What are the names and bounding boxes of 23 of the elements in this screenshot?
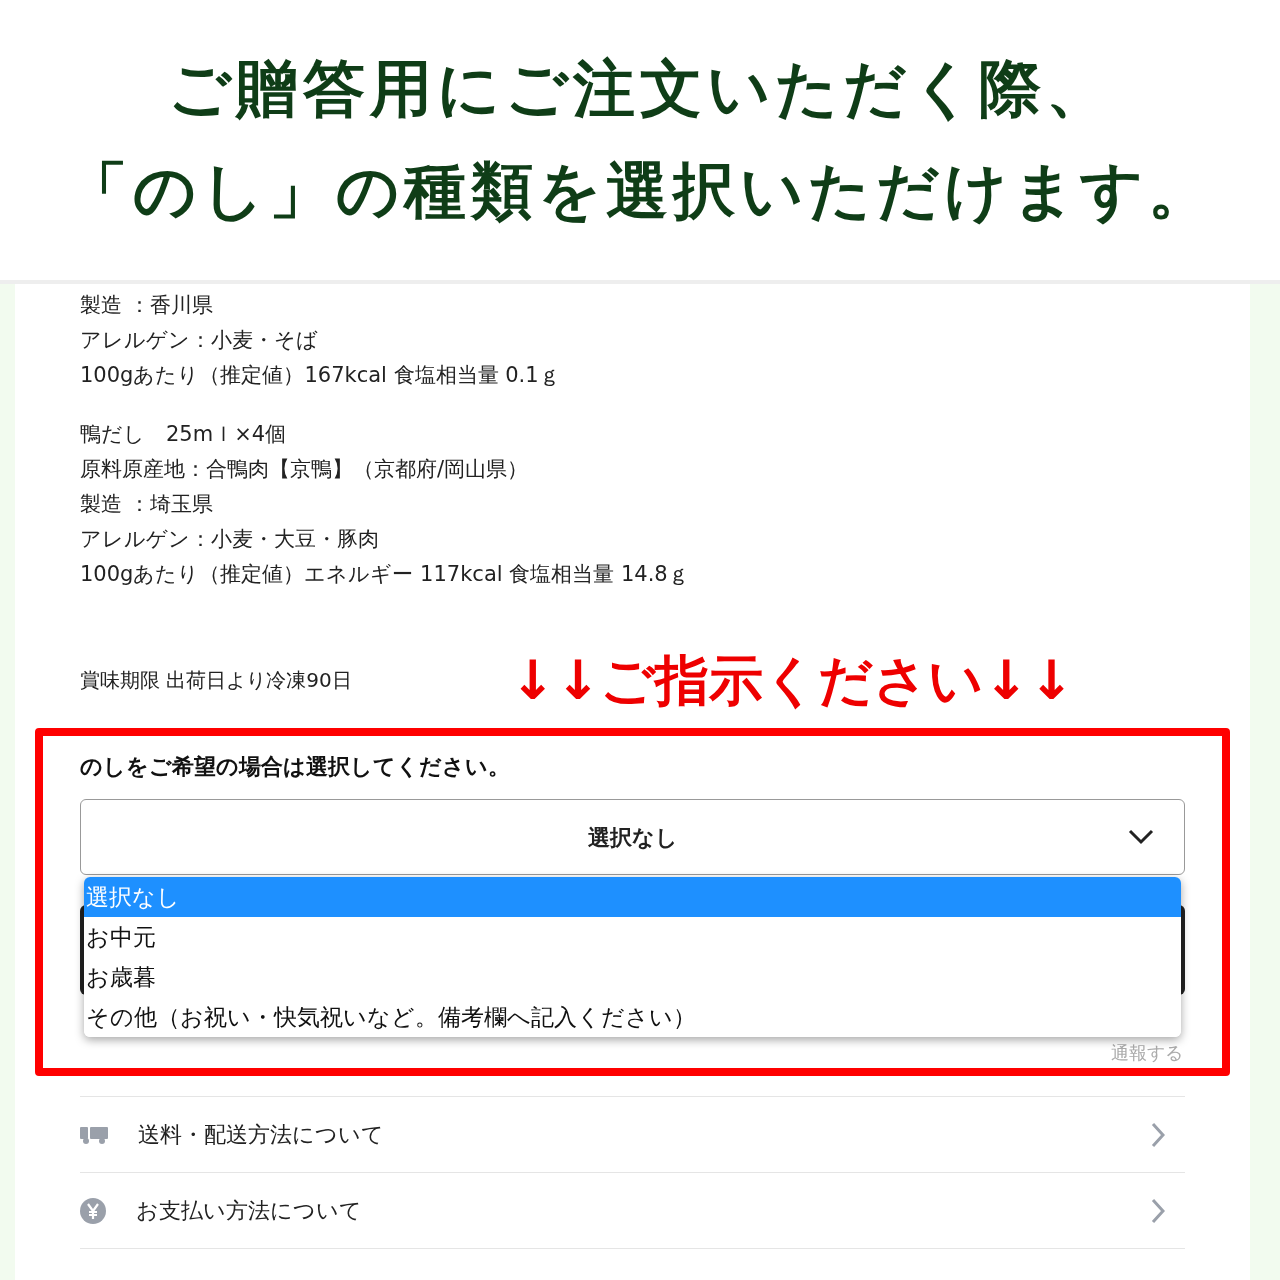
info-link[interactable]: お支払い方法について xyxy=(80,1172,1185,1248)
noshi-select[interactable]: 選択なし xyxy=(80,799,1185,875)
dropdown-option[interactable]: お歳暮 xyxy=(84,957,1181,997)
spec-line: 100gあたり（推定値）エネルギー 117kcal 食塩相当量 14.8ｇ xyxy=(80,561,690,588)
dropdown-option[interactable]: お中元 xyxy=(84,917,1181,957)
spec-line: 製造 ：埼玉県 xyxy=(80,491,214,518)
info-link[interactable]: 送料・配送方法について xyxy=(80,1096,1185,1172)
noshi-label: のしをご希望の場合は選択してください。 xyxy=(80,753,511,781)
shelf-life-text: 賞味期限 出荷日より冷凍90日 xyxy=(80,667,353,694)
headline: ご贈答用にご注文いただく際、 xyxy=(167,58,1113,120)
yen-icon xyxy=(80,1197,106,1224)
spec-line: アレルゲン：小麦・そば xyxy=(80,327,319,354)
annotation-text: ↓↓ご指示ください↓↓ xyxy=(510,647,1074,714)
chevron-right-icon xyxy=(1151,1197,1165,1224)
spec-line: アレルゲン：小麦・大豆・豚肉 xyxy=(80,526,380,553)
chevron-right-icon xyxy=(1151,1121,1165,1148)
spec-line: 100gあたり（推定値）167kcal 食塩相当量 0.1ｇ xyxy=(80,362,561,389)
spec-line: 原料原産地：合鴨肉【京鴨】（京都府/岡山県） xyxy=(80,456,530,483)
chevron-down-icon xyxy=(1128,829,1154,845)
spec-line: 製造 ：香川県 xyxy=(80,292,214,319)
spec-line: 鴨だし 25mｌ×4個 xyxy=(80,421,288,448)
truck-icon xyxy=(80,1124,108,1145)
dropdown-option[interactable]: その他（お祝い・快気祝いなど。備考欄へ記入ください） xyxy=(84,997,1181,1037)
